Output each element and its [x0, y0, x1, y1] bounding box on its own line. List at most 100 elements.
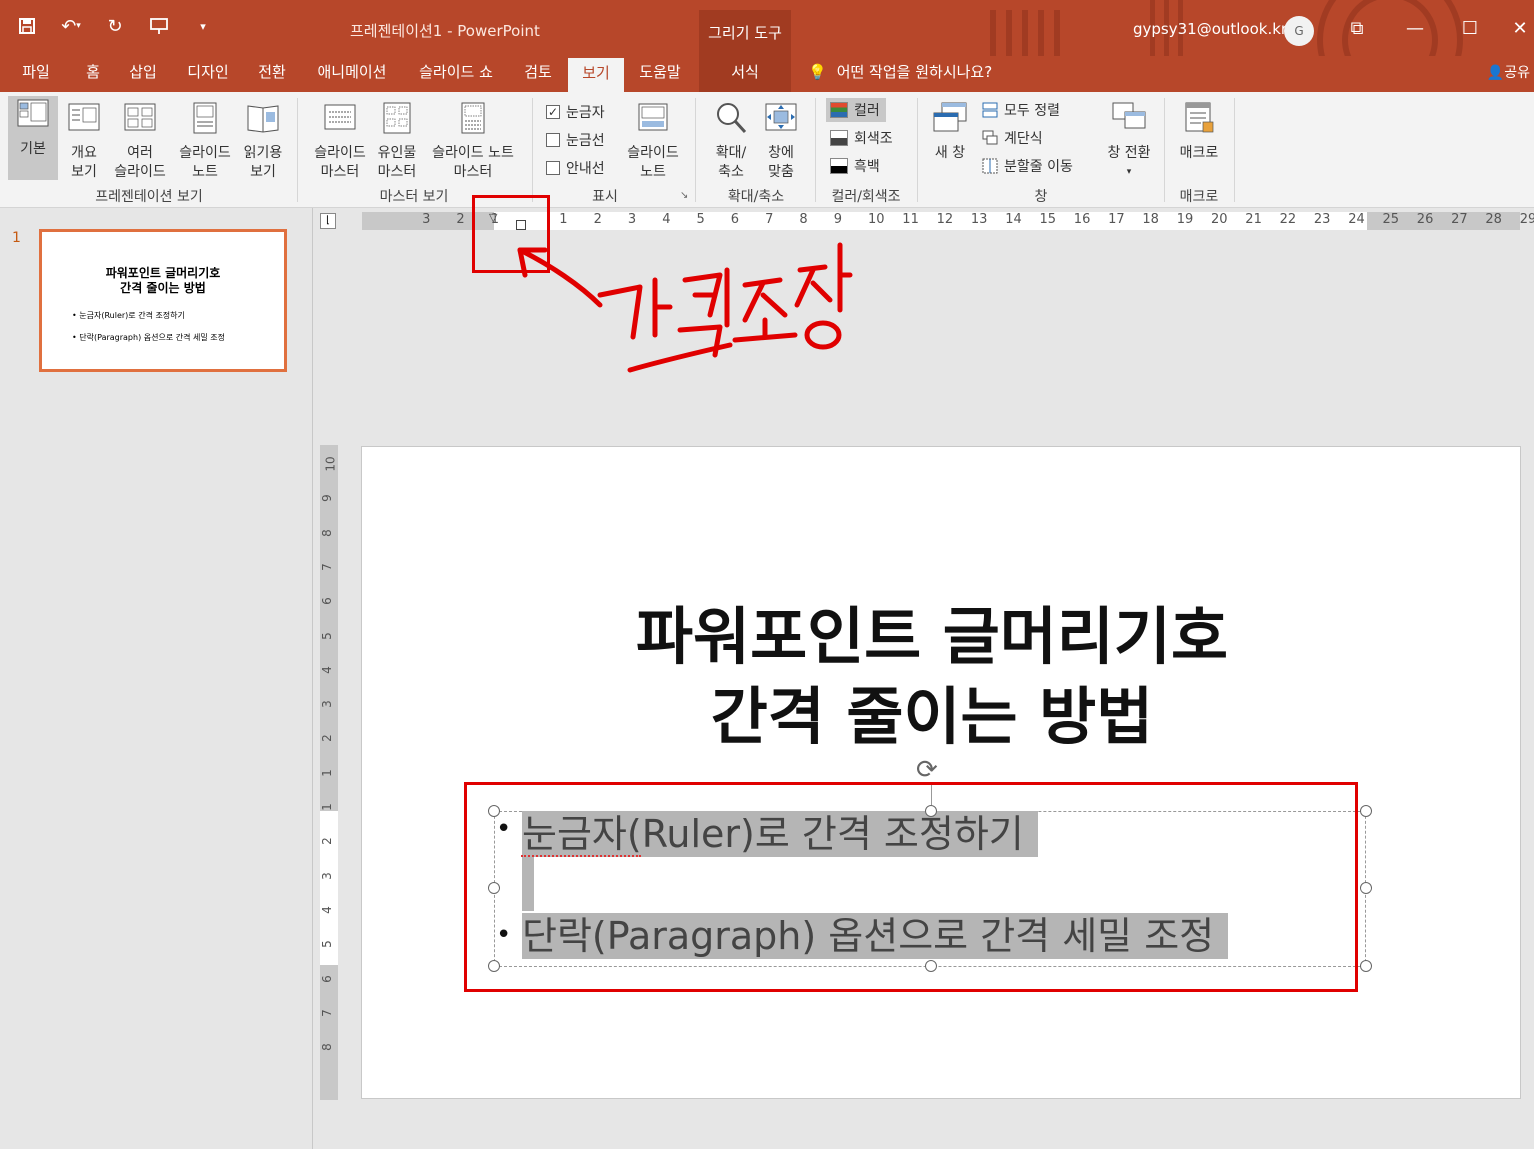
vertical-ruler-tick-label: 6 [319, 974, 334, 983]
tab-design[interactable]: 디자인 [178, 56, 238, 92]
thumbnail-bullet-1: • 눈금자(Ruler)로 간격 조정하기 [72, 311, 185, 320]
ribbon-tabs: 파일 홈 삽입 디자인 전환 애니메이션 슬라이드 쇼 검토 보기 도움말 서식… [0, 56, 1534, 92]
normal-view-button[interactable]: 기본 [8, 96, 58, 180]
vertical-ruler-tick-label: 3 [319, 871, 334, 880]
vertical-ruler[interactable]: 10 9 8 7 6 5 4 3 2 1 1 2 3 4 5 6 7 8 [320, 445, 338, 1100]
fit-to-window-button[interactable]: 창에 맞춤 [758, 100, 804, 182]
normal-view-label: 기본 [20, 141, 46, 157]
save-icon[interactable] [14, 14, 40, 38]
notes-master-button[interactable]: 슬라이드 노트 마스터 [424, 100, 522, 182]
grayscale-button[interactable]: 회색조 [830, 128, 893, 148]
avatar[interactable]: G [1284, 16, 1314, 46]
vertical-ruler-tick-label: 4 [319, 665, 334, 674]
customize-qat-icon[interactable]: ▾ [190, 14, 216, 38]
resize-handle-bottom-right[interactable] [1360, 960, 1372, 972]
slide-master-button[interactable]: 슬라이드 마스터 [306, 100, 374, 182]
title-bar: ↶ ▾ ↻ ▾ 프레젠테이션1 - PowerPoint 그리기 도구 gypsy… [0, 0, 1534, 56]
macros-button[interactable]: 매크로 [1172, 100, 1226, 163]
ruler-tick-label: 21 [1245, 212, 1262, 227]
close-icon[interactable]: ✕ [1500, 14, 1534, 44]
color-label: 컬러 [854, 103, 880, 119]
outline-view-label-1: 개요 [71, 145, 97, 161]
normal-view-icon [17, 99, 49, 127]
guides-checkbox[interactable]: 안내선 [546, 158, 605, 178]
ruler-tick-label: 29 [1519, 212, 1534, 227]
rotate-handle-icon[interactable]: ⟳ [916, 755, 938, 785]
present-icon[interactable] [146, 14, 172, 38]
undo-icon[interactable]: ↶ ▾ [58, 14, 84, 38]
ruler-checkbox[interactable]: ✓ 눈금자 [546, 102, 605, 122]
tab-help[interactable]: 도움말 [628, 56, 692, 92]
ruler-tick-label: 20 [1211, 212, 1228, 227]
new-window-icon [933, 102, 967, 132]
tab-view[interactable]: 보기 [568, 56, 624, 92]
minimize-icon[interactable]: — [1395, 14, 1435, 44]
slide-master-label-1: 슬라이드 [314, 145, 366, 161]
switch-windows-button[interactable]: 창 전환 ▾ [1100, 100, 1158, 182]
handout-master-button[interactable]: 유인물 마스터 [372, 100, 422, 182]
redo-icon[interactable]: ↻ [102, 14, 128, 38]
tab-selector-icon[interactable]: ⌊ [320, 213, 336, 229]
notes-button[interactable]: 슬라이드 노트 [620, 100, 686, 182]
tab-home[interactable]: 홈 [72, 56, 114, 92]
notes-page-button[interactable]: 슬라이드 노트 [174, 100, 236, 182]
slide-thumbnail[interactable]: 파워포인트 글머리기호 간격 줄이는 방법 • 눈금자(Ruler)로 간격 조… [39, 229, 287, 372]
arrange-all-button[interactable]: 모두 정렬 [982, 100, 1060, 120]
account-email[interactable]: gypsy31@outlook.kr [1133, 20, 1287, 38]
gridlines-checkbox[interactable]: 눈금선 [546, 130, 605, 150]
resize-handle-top-right[interactable] [1360, 805, 1372, 817]
switch-windows-label: 창 전환 [1107, 145, 1151, 161]
reading-view-button[interactable]: 읽기용 보기 [238, 100, 288, 182]
tab-slideshow[interactable]: 슬라이드 쇼 [406, 56, 506, 92]
handout-master-label-1: 유인물 [377, 145, 417, 161]
thumbnail-title-line-1: 파워포인트 글머리기호 [105, 266, 221, 280]
tab-animations[interactable]: 애니메이션 [308, 56, 396, 92]
maximize-icon[interactable]: ☐ [1450, 14, 1490, 44]
thumbnail-bullet-2: • 단락(Paragraph) 옵션으로 간격 세밀 조정 [72, 333, 225, 342]
tab-review[interactable]: 검토 [514, 56, 562, 92]
ruler-tick-label: 17 [1108, 212, 1125, 227]
vertical-ruler-tick-label: 10 [323, 456, 338, 472]
ruler-tick-label: 25 [1382, 212, 1400, 227]
gridlines-checkbox-label: 눈금선 [566, 133, 605, 149]
cascade-icon [982, 130, 998, 145]
slide-sorter-button[interactable]: 여러 슬라이드 [108, 100, 172, 182]
share-button[interactable]: 👤공유 [1487, 56, 1530, 92]
thumbnail-title-line-2: 간격 줄이는 방법 [120, 281, 206, 295]
show-dialog-launcher-icon[interactable]: ↘ [680, 190, 688, 201]
new-window-button[interactable]: 새 창 [926, 100, 974, 163]
move-split-button[interactable]: 분할줄 이동 [982, 156, 1073, 176]
tab-file[interactable]: 파일 [8, 56, 64, 92]
person-icon: 👤 [1486, 65, 1505, 81]
ruler-checkbox-label: 눈금자 [566, 105, 605, 121]
zoom-button[interactable]: 확대/ 축소 [706, 100, 756, 182]
slide-master-icon [324, 104, 356, 130]
ruler-tick-label: 2 [456, 212, 465, 227]
group-label-window: 창 [1034, 189, 1048, 205]
notes-page-label-2: 노트 [192, 164, 218, 180]
thumbnail-title: 파워포인트 글머리기호 간격 줄이는 방법 [42, 266, 284, 296]
switch-windows-icon [1112, 102, 1146, 129]
vertical-ruler-tick-label: 5 [319, 631, 334, 640]
slide-canvas[interactable]: 파워포인트 글머리기호 간격 줄이는 방법 • 눈금자(Ruler)로 간격 조… [361, 446, 1521, 1099]
slide-title[interactable]: 파워포인트 글머리기호 간격 줄이는 방법 [362, 597, 1502, 757]
slide-sorter-label-2: 슬라이드 [114, 164, 166, 180]
ribbon-display-options-icon[interactable]: ⧉ [1337, 14, 1377, 44]
black-and-white-label: 흑백 [854, 159, 880, 175]
vertical-ruler-tick-label: 7 [319, 1008, 334, 1017]
color-button[interactable]: 컬러 [826, 98, 886, 122]
cascade-button[interactable]: 계단식 [982, 128, 1043, 148]
notes-page-icon [193, 102, 217, 134]
ruler-tick-label: 13 [970, 212, 988, 227]
tell-me-box[interactable]: 💡 어떤 작업을 원하시나요? [808, 56, 992, 92]
tab-transitions[interactable]: 전환 [248, 56, 296, 92]
tab-insert[interactable]: 삽입 [120, 56, 166, 92]
outline-view-button[interactable]: 개요 보기 [62, 100, 106, 182]
black-and-white-button[interactable]: 흑백 [830, 156, 880, 176]
resize-handle-right[interactable] [1360, 882, 1372, 894]
tab-format[interactable]: 서식 [699, 56, 791, 92]
ruler-tick-label: 18 [1142, 212, 1159, 227]
vertical-ruler-tick-label: 9 [319, 494, 334, 503]
ruler-tick-label: 27 [1451, 212, 1468, 227]
ruler-tick-label: 14 [1005, 212, 1022, 227]
